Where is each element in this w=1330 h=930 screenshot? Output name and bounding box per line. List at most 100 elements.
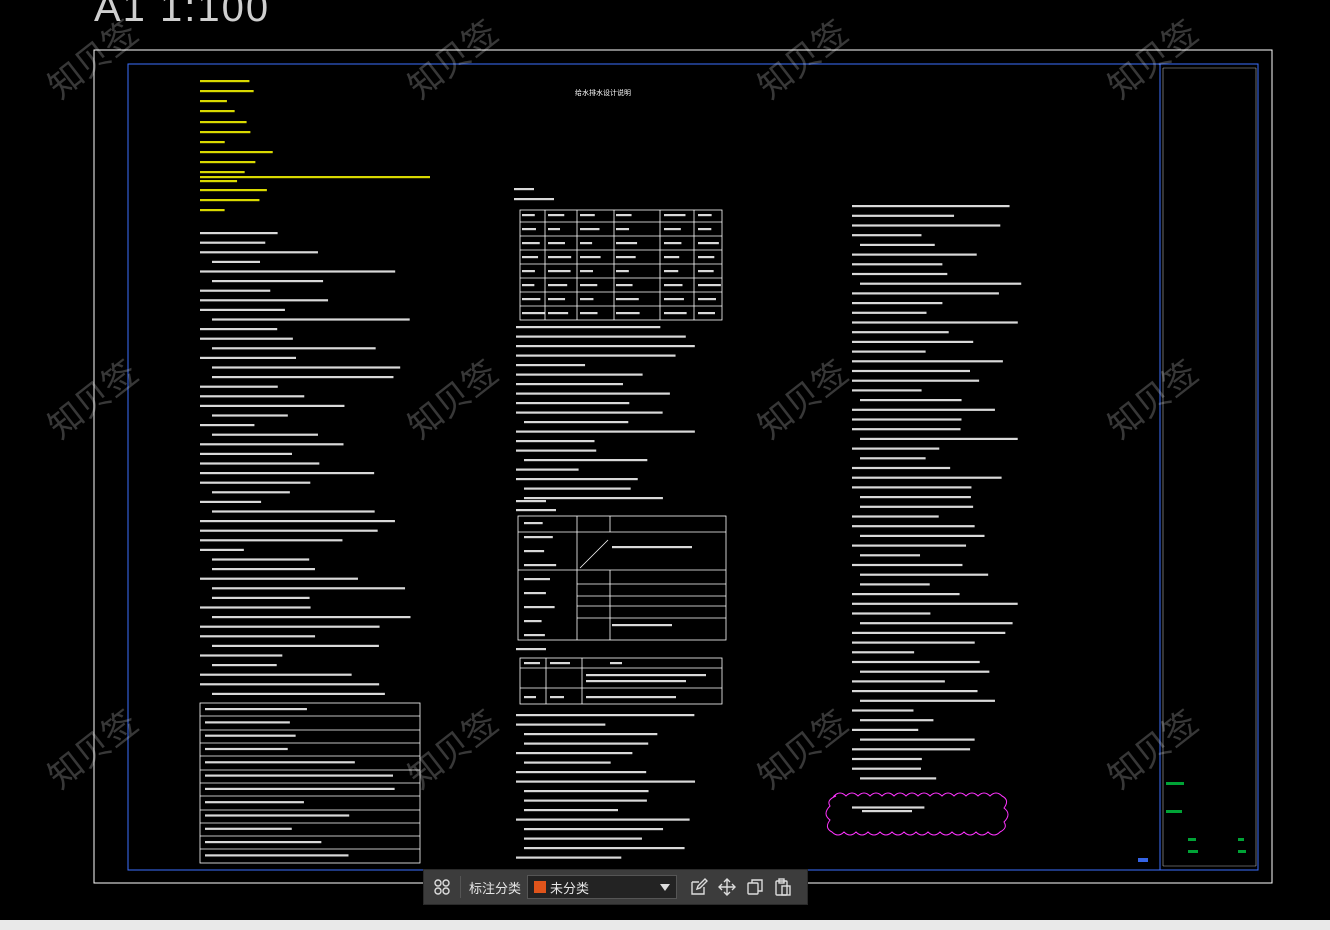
spec-text-line — [524, 837, 642, 840]
spec-text-line — [586, 696, 676, 699]
spec-text-line — [205, 721, 290, 724]
cad-canvas[interactable]: 给水排水设计说明 知贝签 知贝签 知贝签 知贝签 知贝签 知贝签 知贝签 知贝签… — [0, 0, 1330, 920]
spec-text-line — [852, 806, 925, 809]
spec-text-line — [524, 809, 618, 812]
spec-text-line — [200, 424, 255, 427]
spec-text-line — [852, 389, 922, 392]
spec-text-line — [852, 486, 972, 489]
paste-icon[interactable] — [769, 873, 797, 901]
spec-text-block — [200, 80, 1022, 859]
spec-text-line — [516, 354, 676, 357]
spec-text-line — [852, 767, 921, 770]
spec-text-line — [212, 366, 401, 369]
move-icon[interactable] — [713, 873, 741, 901]
spec-text-line — [548, 312, 569, 315]
spec-text-line — [200, 404, 345, 407]
spec-text-line — [852, 408, 995, 411]
spec-text-line — [200, 121, 247, 124]
watermark: 知贝签 — [752, 704, 856, 797]
spec-text-line — [860, 554, 921, 557]
spec-text-line — [516, 478, 638, 481]
spec-text-line — [580, 228, 600, 231]
spec-text-line — [200, 80, 250, 83]
spec-text-line — [860, 399, 962, 402]
spec-text-line — [852, 728, 919, 731]
spec-text-line — [516, 648, 546, 651]
spec-text-line — [860, 437, 1018, 440]
spec-text-line — [212, 587, 406, 590]
spec-text-line — [698, 242, 719, 245]
spec-text-line — [524, 799, 647, 802]
spec-text-line — [200, 131, 251, 134]
spec-text-line — [852, 272, 948, 276]
spec-text-line — [200, 176, 430, 179]
spec-text-line — [524, 733, 658, 736]
spec-text-line — [852, 709, 914, 712]
spec-text-line — [616, 214, 632, 217]
spec-text-line — [200, 395, 305, 398]
spec-text-line — [516, 411, 663, 414]
spec-text-line — [698, 270, 714, 273]
spec-text-line — [200, 180, 238, 183]
spec-text-line — [586, 680, 686, 683]
spec-text-line — [200, 452, 292, 455]
spec-text-line — [580, 284, 598, 287]
spec-text-line — [516, 449, 597, 452]
spec-text-line — [200, 171, 245, 174]
spec-text-line — [516, 856, 622, 859]
watermark: 知贝签 — [752, 354, 856, 447]
grid-icon[interactable] — [428, 873, 456, 901]
spec-text-line — [860, 719, 934, 722]
spec-text-line — [205, 708, 307, 711]
spec-text-line — [516, 771, 647, 774]
category-select[interactable]: 未分类 — [527, 875, 678, 899]
spec-text-line — [860, 777, 937, 780]
copy-icon[interactable] — [741, 873, 769, 901]
watermark: 知贝签 — [402, 354, 506, 447]
spec-text-line — [550, 662, 570, 665]
spec-text-line — [200, 481, 311, 484]
spec-text-line — [664, 270, 679, 273]
spec-text-line — [200, 500, 262, 503]
spec-text-line — [852, 263, 943, 266]
spec-text-line — [212, 644, 379, 647]
spec-text-line — [852, 360, 1003, 363]
spec-text-line — [200, 299, 329, 302]
edit-icon[interactable] — [685, 873, 713, 901]
spec-text-line — [860, 505, 974, 508]
watermark: 知贝签 — [402, 704, 506, 797]
chevron-down-icon — [660, 883, 671, 891]
spec-text-line — [852, 302, 943, 305]
spec-text-line — [200, 529, 378, 532]
spec-text-line — [205, 801, 304, 804]
spec-text-line — [212, 596, 310, 599]
spec-text-line — [524, 421, 629, 424]
spec-text-line — [524, 564, 557, 567]
spec-text-line — [852, 757, 922, 761]
spec-text-line — [205, 734, 296, 737]
cad-drawing: 给水排水设计说明 知贝签 知贝签 知贝签 知贝签知贝签 知贝签 知贝签 知贝签知… — [42, 14, 1273, 884]
spec-text-line — [586, 674, 706, 677]
spec-text-line — [516, 780, 696, 783]
spec-text-line — [200, 110, 235, 113]
spec-text-line — [524, 662, 540, 665]
spec-text-line — [860, 534, 985, 537]
spec-text-line — [200, 472, 375, 475]
spec-text-line — [852, 428, 961, 431]
spec-text-line — [212, 491, 290, 494]
spec-text-line — [852, 447, 940, 450]
spec-text-line — [200, 270, 396, 273]
category-select-value: 未分类 — [550, 881, 590, 897]
spec-text-line — [522, 312, 545, 315]
spec-text-line — [212, 347, 376, 350]
spec-text-line — [200, 189, 267, 192]
spec-text-line — [852, 253, 977, 256]
table-pipe-material — [519, 209, 723, 321]
annotation-category-label: 标注分类 — [469, 881, 522, 897]
spec-text-line — [200, 337, 293, 340]
spec-text-line — [616, 228, 630, 231]
spec-text-line — [698, 256, 715, 259]
spec-text-line — [852, 651, 915, 654]
spec-text-line — [852, 544, 967, 547]
spec-text-line — [522, 214, 535, 217]
